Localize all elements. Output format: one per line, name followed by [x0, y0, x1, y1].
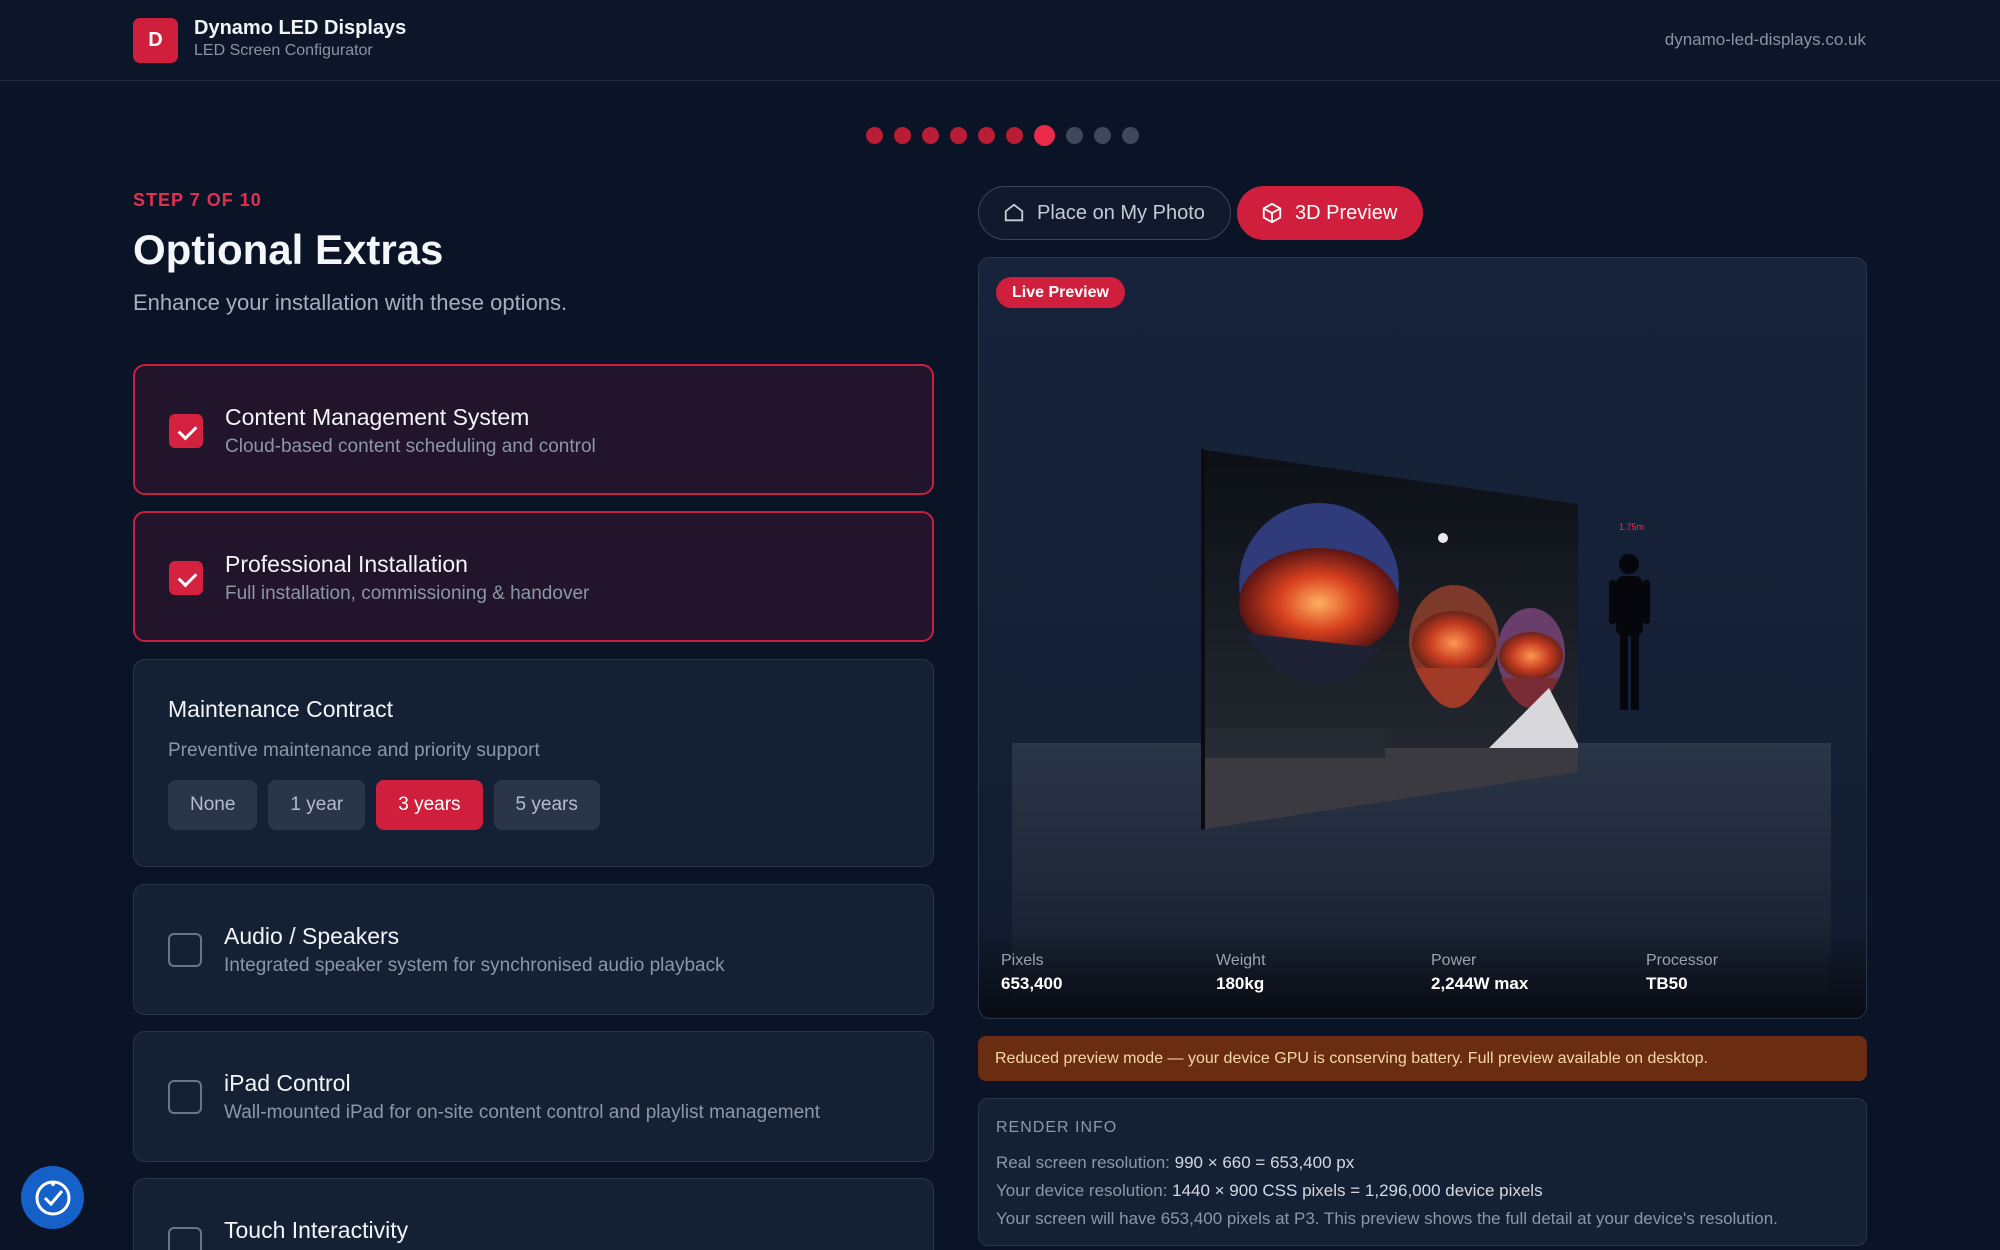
- step-dot-7[interactable]: [1034, 125, 1055, 146]
- step-dot-1[interactable]: [866, 127, 883, 144]
- step-dot-9[interactable]: [1094, 127, 1111, 144]
- extra-desc: Integrated speaker system for synchronis…: [224, 955, 725, 976]
- extra-desc: Full installation, commissioning & hando…: [225, 583, 590, 604]
- page-subtitle: Enhance your installation with these opt…: [133, 290, 568, 315]
- brand-name: Dynamo LED Displays: [194, 17, 407, 39]
- tab-place-on-photo[interactable]: Place on My Photo: [978, 186, 1231, 240]
- render-info-panel: RENDER INFO Real screen resolution: 990 …: [978, 1098, 1867, 1246]
- audio-checkbox[interactable]: [168, 933, 202, 967]
- touch-checkbox[interactable]: [168, 1227, 202, 1250]
- extra-card-touch[interactable]: Touch Interactivity: [133, 1178, 934, 1250]
- step-dot-5[interactable]: [978, 127, 995, 144]
- maintenance-desc: Preventive maintenance and priority supp…: [168, 740, 540, 761]
- maintenance-options: None 1 year 3 years 5 years: [168, 780, 600, 830]
- step-dot-3[interactable]: [922, 127, 939, 144]
- tab-3d-preview[interactable]: 3D Preview: [1237, 186, 1423, 240]
- home-outline-icon: [1004, 203, 1024, 222]
- accessibility-button[interactable]: [21, 1166, 84, 1229]
- extra-desc: Wall-mounted iPad for on-site content co…: [224, 1102, 820, 1123]
- page-title: Optional Extras: [133, 226, 444, 273]
- cms-checkbox[interactable]: [169, 414, 203, 448]
- step-dot-2[interactable]: [894, 127, 911, 144]
- 3d-scene[interactable]: 1.75m: [979, 258, 1867, 1019]
- stat-power: Power 2,244W max: [1431, 952, 1529, 993]
- preview-stats: Pixels 653,400 Weight 180kg Power 2,244W…: [979, 928, 1866, 1018]
- tab-label: 3D Preview: [1295, 201, 1398, 224]
- led-screen: [1205, 450, 1578, 829]
- step-label: STEP 7 OF 10: [133, 190, 262, 210]
- maintenance-option-5-years[interactable]: 5 years: [493, 780, 600, 830]
- extra-title: Professional Installation: [225, 551, 468, 577]
- extra-card-audio[interactable]: Audio / Speakers Integrated speaker syst…: [133, 884, 934, 1015]
- extra-card-installation[interactable]: Professional Installation Full installat…: [133, 511, 934, 642]
- maintenance-option-3-years[interactable]: 3 years: [376, 780, 483, 830]
- person-silhouette: [1609, 554, 1650, 710]
- brand-logo[interactable]: D: [133, 18, 178, 63]
- app-header: D Dynamo LED Displays LED Screen Configu…: [0, 0, 2000, 81]
- extra-title: iPad Control: [224, 1070, 351, 1096]
- screen-edge: [1201, 448, 1205, 830]
- ipad-checkbox[interactable]: [168, 1080, 202, 1114]
- extra-title: Content Management System: [225, 404, 530, 430]
- extra-desc: Cloud-based content scheduling and contr…: [225, 436, 596, 457]
- step-dot-6[interactable]: [1006, 127, 1023, 144]
- extra-title: Audio / Speakers: [224, 923, 400, 949]
- installation-checkbox[interactable]: [169, 561, 203, 595]
- step-progress: [866, 125, 1139, 146]
- maintenance-option-none[interactable]: None: [168, 780, 258, 830]
- step-dot-8[interactable]: [1066, 127, 1083, 144]
- extra-card-cms[interactable]: Content Management System Cloud-based co…: [133, 364, 934, 495]
- cube-icon: [1262, 202, 1282, 224]
- stat-weight: Weight 180kg: [1216, 952, 1266, 993]
- extra-card-ipad[interactable]: iPad Control Wall-mounted iPad for on-si…: [133, 1031, 934, 1162]
- maintenance-card: Maintenance Contract Preventive maintena…: [133, 659, 934, 867]
- accessibility-check-icon: [35, 1180, 70, 1215]
- device-resolution-line: Your device resolution: 1440 × 900 CSS p…: [996, 1181, 1543, 1200]
- render-summary-line: Your screen will have 653,400 pixels at …: [996, 1209, 1778, 1228]
- reduced-preview-warning: Reduced preview mode — your device GPU i…: [978, 1036, 1867, 1081]
- step-dot-10[interactable]: [1122, 127, 1139, 144]
- person-height-label: 1.75m: [1619, 522, 1644, 532]
- stat-processor: Processor TB50: [1646, 952, 1719, 993]
- render-info-title: RENDER INFO: [996, 1119, 1118, 1136]
- stat-pixels: Pixels 653,400: [1001, 952, 1063, 993]
- maintenance-option-1-year[interactable]: 1 year: [268, 780, 366, 830]
- brand-subtitle: LED Screen Configurator: [194, 42, 373, 59]
- live-preview-panel[interactable]: Live Preview 1.75m Pixels 653,400 Weight…: [978, 257, 1867, 1019]
- real-resolution-line: Real screen resolution: 990 × 660 = 653,…: [996, 1153, 1355, 1172]
- step-dot-4[interactable]: [950, 127, 967, 144]
- site-link[interactable]: dynamo-led-displays.co.uk: [1665, 30, 1866, 50]
- tab-label: Place on My Photo: [1037, 201, 1205, 224]
- extra-title: Touch Interactivity: [224, 1217, 409, 1243]
- maintenance-title: Maintenance Contract: [168, 696, 394, 722]
